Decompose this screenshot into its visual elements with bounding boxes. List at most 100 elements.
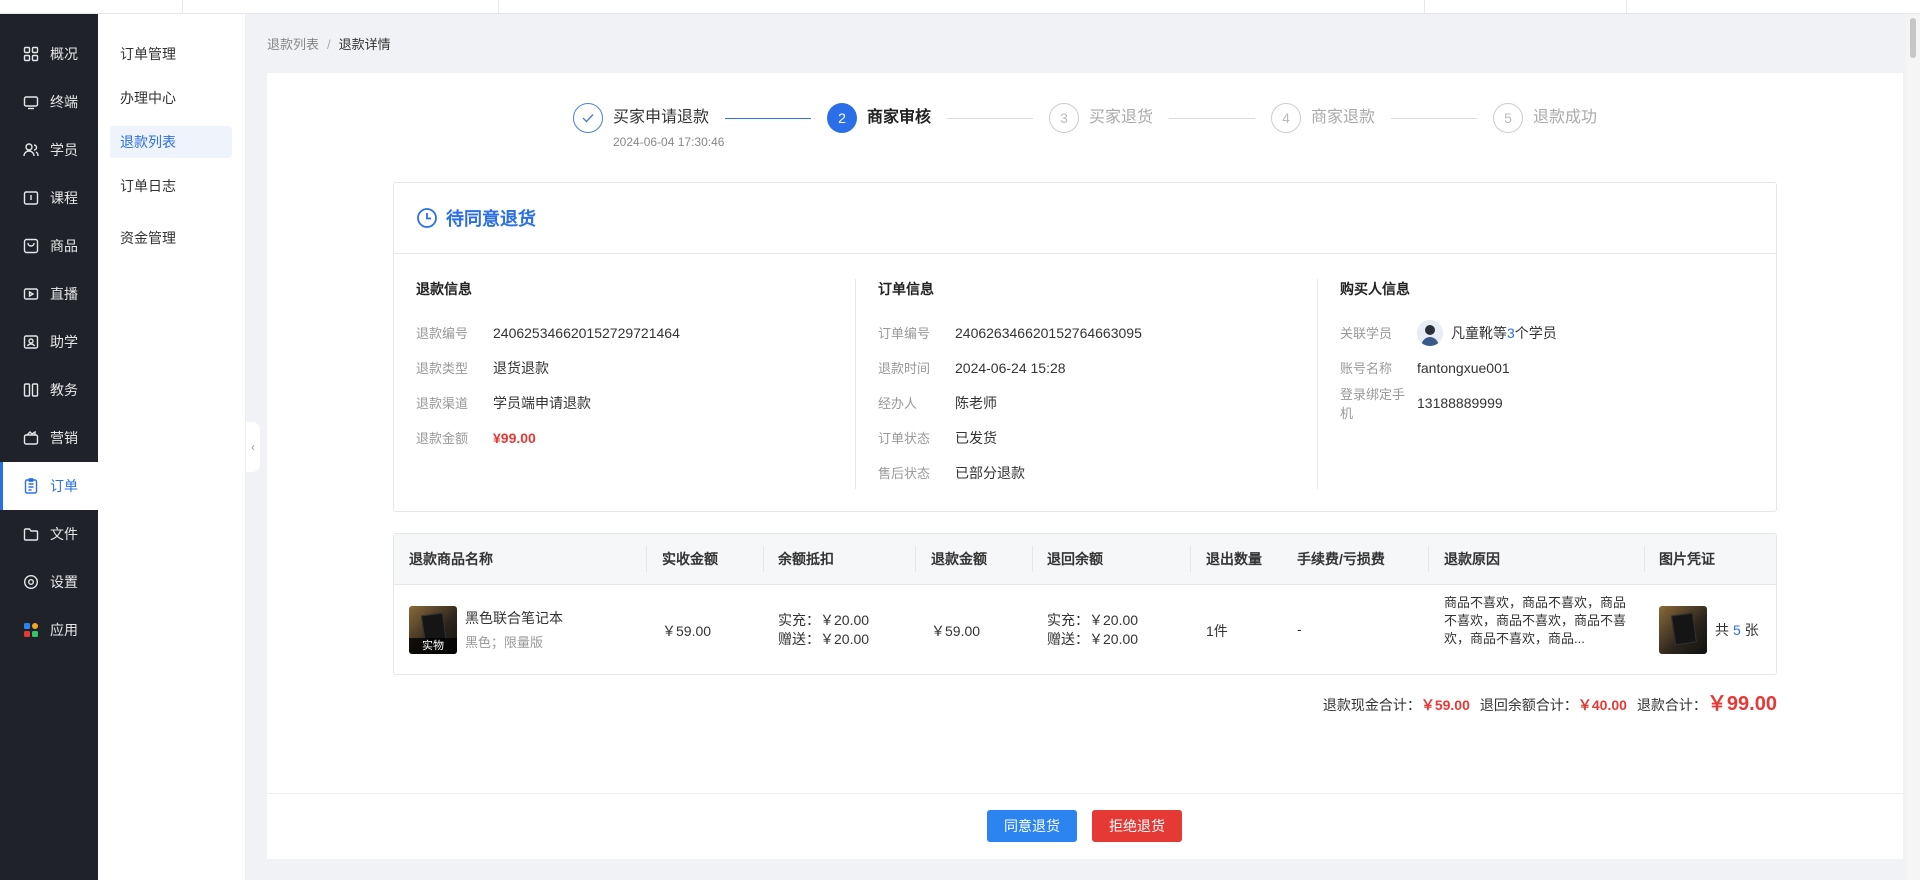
info-key: 登录绑定手机 [1340,386,1406,421]
nav-item-live[interactable]: 直播 [0,270,98,318]
nav-item-settings[interactable]: 设置 [0,558,98,606]
assist-icon [22,333,40,351]
returned-balance: 实充：￥20.00 赠送：￥20.00 [1047,611,1138,649]
image-evidence: 共5张 [1659,606,1759,654]
info-key: 关联学员 [1340,326,1393,341]
info-key: 退款金额 [416,431,469,446]
step-4: 4 商家退款 [1271,103,1375,133]
nav-label: 助学 [50,334,78,350]
refund-total: ￥99.00 [1706,693,1777,715]
product-name: 黑色联合笔记本 [465,610,563,626]
balance-line: 实充：￥20.00 [778,612,870,628]
nav-label: 订单 [50,478,78,494]
nav-label: 教务 [50,382,78,398]
step-label: 买家申请退款 [613,109,710,126]
nav-item-terminal[interactable]: 终端 [0,78,98,126]
order-info-section: 订单信息 订单编号 240626346620152764663095 退款时间 20… [856,279,1296,490]
status-title: 待同意退货 [446,209,536,229]
refund-steps: 买家申请退款 2024-06-04 17:30:46 2 商家审核 3 买家退货… [267,103,1903,163]
nav-item-marketing[interactable]: 营销 [0,414,98,462]
breadcrumb-parent-link[interactable]: 退款列表 [267,37,319,52]
info-key: 退款类型 [416,361,469,376]
book-icon [22,381,40,399]
after-sale-status: 已部分退款 [955,464,1025,481]
image-count-link[interactable]: 5 [1733,622,1741,638]
nav-label: 商品 [50,238,78,254]
step-3: 3 买家退货 [1049,103,1153,133]
nav-item-assist[interactable]: 助学 [0,318,98,366]
info-row: 账号名称 fantongxue001 [1340,350,1758,385]
nav-item-overview[interactable]: 概况 [0,30,98,78]
nav-label: 应用 [50,622,78,638]
product-cell: 实物 黑色联合笔记本 黑色；限量版 [409,606,563,654]
info-key: 售后状态 [878,466,931,481]
related-students: 凡童靴等 3 个学员 [1417,319,1557,346]
student-more-prefix: 等 [1493,324,1507,341]
return-line: 赠送：￥20.00 [1047,631,1139,647]
bound-phone: 13188889999 [1417,394,1503,411]
student-name[interactable]: 凡童靴 [1451,323,1493,343]
step-5: 5 退款成功 [1493,103,1597,133]
check-icon [573,103,603,133]
nav-item-goods[interactable]: 商品 [0,222,98,270]
step-1: 买家申请退款 2024-06-04 17:30:46 [573,103,724,149]
product-thumbnail[interactable]: 实物 [409,606,457,654]
product-spec: 黑色；限量版 [465,635,544,650]
balance-total-label: 退回余额合计： [1479,697,1578,713]
fee-cell: - [1297,621,1302,637]
nav-item-order[interactable]: 订单 [0,462,98,510]
submenu-fund-management[interactable]: 资金管理 [110,222,232,254]
chevron-left-icon: ‹ [251,440,255,454]
account-name: fantongxue001 [1417,359,1510,376]
column-header: 图片凭证 [1659,551,1715,567]
nav-item-academic[interactable]: 教务 [0,366,98,414]
image-count-prefix: 共 [1715,622,1729,638]
step-connector [1169,118,1255,119]
refund-info-section: 退款信息 退款编号 240625346620152729721464 退款类型 退货… [394,279,834,455]
submenu-service-center[interactable]: 办理中心 [110,82,232,114]
collapse-submenu-button[interactable]: ‹ [246,422,260,472]
nav-label: 概况 [50,46,78,62]
nav-item-students[interactable]: 学员 [0,126,98,174]
column-divider [1428,546,1429,572]
top-divider [1626,0,1627,14]
live-icon [22,285,40,303]
breadcrumb-separator: / [327,37,331,52]
image-count-suffix: 张 [1744,622,1759,638]
operator: 陈老师 [955,394,997,411]
section-title: 退款信息 [416,281,472,297]
course-icon [22,189,40,207]
breadcrumb: 退款列表 / 退款详情 [267,34,391,53]
evidence-thumbnail[interactable] [1659,606,1707,654]
order-number: 240626346620152764663095 [955,324,1142,341]
info-row: 退款编号 240625346620152729721464 [416,315,834,350]
info-row: 关联学员 凡童靴等 3 个学员 [1340,315,1758,350]
refund-type: 退货退款 [493,359,549,376]
balance-deduction: 实充：￥20.00 赠送：￥20.00 [778,611,869,649]
student-count[interactable]: 3 [1507,325,1515,341]
column-divider [915,546,916,572]
refund-info-box: 待同意退货 退款信息 退款编号 240625346620152729721464 … [393,182,1777,512]
product-tag: 实物 [409,638,457,654]
refund-channel: 学员端申请退款 [493,394,591,411]
order-status: 已发货 [955,429,997,446]
info-row: 订单编号 240626346620152764663095 [878,315,1296,350]
scrollbar-thumb[interactable] [1910,18,1916,58]
nav-item-apps[interactable]: 应用 [0,606,98,654]
nav-label: 终端 [50,94,78,110]
order-icon [22,477,40,495]
apps-icon [22,621,40,639]
info-key: 退款渠道 [416,396,469,411]
nav-item-files[interactable]: 文件 [0,510,98,558]
agree-return-button[interactable]: 同意退货 [987,810,1077,842]
step-number: 4 [1271,103,1301,133]
page-scrollbar[interactable] [1906,14,1920,880]
column-divider [763,546,764,572]
step-connector [1391,118,1477,119]
submenu-refund-list[interactable]: 退款列表 [110,126,232,158]
reject-return-button[interactable]: 拒绝退货 [1092,810,1182,842]
submenu-order-management[interactable]: 订单管理 [110,38,232,70]
submenu-order-log[interactable]: 订单日志 [110,170,232,202]
avatar[interactable] [1417,319,1443,346]
nav-item-course[interactable]: 课程 [0,174,98,222]
